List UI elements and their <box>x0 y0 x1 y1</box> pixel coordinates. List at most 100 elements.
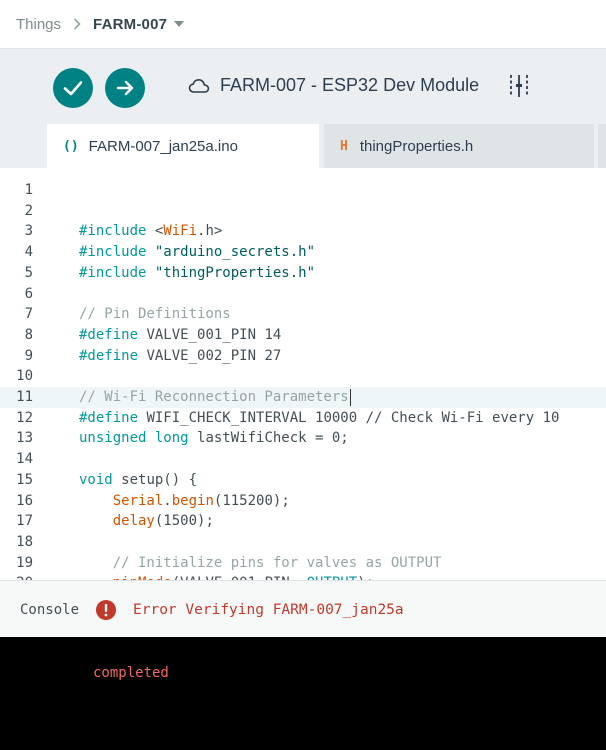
tab-main-sketch[interactable]: () FARM-007_jan25a.ino <box>47 124 319 168</box>
line-number: 16 <box>16 492 33 509</box>
code-line[interactable]: 15 void setup() { <box>0 470 606 491</box>
line-number: 18 <box>16 533 33 550</box>
board-selector[interactable]: FARM-007 - ESP32 Dev Module <box>188 75 479 96</box>
code-text: #include <WiFi.h> <box>79 221 222 242</box>
line-number: 19 <box>16 554 33 571</box>
header-file-icon: H <box>340 138 348 154</box>
code-token: (1500); <box>154 513 214 530</box>
code-token: .h> <box>197 223 223 240</box>
code-line[interactable]: 20 pinMode(VALVE_001_PIN, OUTPUT); <box>0 573 606 580</box>
code-token: // Wi-Fi Reconnection Parameters <box>79 389 349 405</box>
line-number: 3 <box>24 223 33 240</box>
code-line[interactable]: 12 #define WIFI_CHECK_INTERVAL 10000 // C… <box>0 408 606 429</box>
code-line[interactable]: 16 Serial.begin(115200); <box>0 491 606 512</box>
code-line[interactable]: 4 #include "arduino_secrets.h" <box>0 242 606 263</box>
code-line[interactable]: 10 <box>0 366 606 387</box>
line-number: 4 <box>24 244 33 261</box>
code-text: // Pin Definitions <box>79 304 231 325</box>
code-token: setup() { <box>121 471 198 488</box>
code-text: void setup() { <box>79 470 197 491</box>
code-token: void <box>79 471 122 488</box>
code-token: WiFi <box>163 223 198 240</box>
code-line[interactable]: 6 <box>0 284 606 305</box>
line-number: 5 <box>24 264 33 281</box>
code-token: #include <box>79 264 155 281</box>
sketch-toolbar: FARM-007 - ESP32 Dev Module <box>0 49 606 124</box>
code-line[interactable]: 13 unsigned long lastWifiCheck = 0; <box>0 428 606 449</box>
verify-button[interactable] <box>53 68 93 108</box>
console-label[interactable]: Console <box>20 602 79 618</box>
code-token: begin <box>171 492 214 509</box>
sketch-file-icon: () <box>63 138 79 154</box>
code-line[interactable]: 2 <box>0 201 606 222</box>
line-number: 7 <box>24 306 33 323</box>
line-number: 9 <box>24 347 33 364</box>
console-output[interactable]: completed <box>0 637 606 750</box>
code-text: pinMode(VALVE_001_PIN, OUTPUT); <box>79 573 374 580</box>
code-text: #define VALVE_001_PIN 14 <box>79 325 281 346</box>
file-tabs: () FARM-007_jan25a.ino H thingProperties… <box>0 124 606 168</box>
line-number: 14 <box>16 451 33 468</box>
tab-thing-properties[interactable]: H thingProperties.h <box>324 124 594 168</box>
line-number: 2 <box>24 202 33 219</box>
line-number: 12 <box>16 409 33 426</box>
code-line[interactable]: 17 delay(1500); <box>0 511 606 532</box>
code-line[interactable]: 9 #define VALVE_002_PIN 27 <box>0 346 606 367</box>
text-cursor <box>349 388 351 406</box>
code-token: delay <box>112 513 155 530</box>
upload-button[interactable] <box>105 68 145 108</box>
code-text: // Initialize pins for valves as OUTPUT <box>79 553 442 574</box>
serial-monitor-button[interactable] <box>508 73 530 99</box>
code-token: WIFI_CHECK_INTERVAL 10000 // Check Wi-Fi… <box>146 409 560 426</box>
breadcrumb-current-thing[interactable]: FARM-007 <box>93 16 167 33</box>
code-text: #include "thingProperties.h" <box>79 263 315 284</box>
line-number: 17 <box>16 513 33 530</box>
code-token: unsigned long <box>79 430 198 447</box>
code-line[interactable]: 8 #define VALVE_001_PIN 14 <box>0 325 606 346</box>
line-number: 15 <box>16 471 33 488</box>
caret-down-icon[interactable] <box>174 21 185 27</box>
code-text: #define VALVE_002_PIN 27 <box>79 346 281 367</box>
line-number: 20 <box>0 573 33 580</box>
arrow-right-icon <box>116 80 134 96</box>
code-token: VALVE_002_PIN 27 <box>146 347 282 364</box>
code-token: VALVE_001_PIN 14 <box>146 326 282 343</box>
code-token: "thingProperties.h" <box>154 264 316 281</box>
error-icon <box>95 599 117 621</box>
board-name: FARM-007 - ESP32 Dev Module <box>220 75 480 95</box>
code-line[interactable]: 18 <box>0 532 606 553</box>
console-status: Error Verifying FARM-007_jan25a <box>133 601 404 618</box>
code-editor[interactable]: 1 2 3 #include <WiFi.h> 4 #include "arduino_s… <box>0 168 606 580</box>
code-token: #define <box>79 409 147 426</box>
code-line[interactable]: 5 #include "thingProperties.h" <box>0 263 606 284</box>
code-line[interactable]: 11 // Wi-Fi Reconnection Parameters <box>0 387 606 408</box>
code-token: #define <box>79 347 147 364</box>
line-number: 8 <box>24 326 33 343</box>
code-text: delay(1500); <box>79 511 214 532</box>
line-number: 10 <box>16 368 33 385</box>
code-line[interactable]: 14 <box>0 449 606 470</box>
chevron-right-icon <box>73 18 81 30</box>
console-header: Console Error Verifying FARM-007_jan25a <box>0 580 606 638</box>
line-number: 11 <box>16 389 33 405</box>
code-token: #include <box>79 244 155 261</box>
line-number: 13 <box>16 430 33 447</box>
console-output-line: completed <box>93 665 169 681</box>
code-token: (115200); <box>213 492 290 509</box>
code-token: "arduino_secrets.h" <box>154 244 316 261</box>
code-token: // Initialize pins for valves as OUTPUT <box>112 554 442 571</box>
code-line[interactable]: 1 <box>0 180 606 201</box>
breadcrumb-things-link[interactable]: Things <box>16 16 61 33</box>
code-text: // Wi-Fi Reconnection Parameters <box>79 387 351 408</box>
code-text: #define WIFI_CHECK_INTERVAL 10000 // Che… <box>79 408 559 429</box>
code-line[interactable]: 19 // Initialize pins for valves as OUTP… <box>0 553 606 574</box>
sliders-icon <box>510 75 528 97</box>
code-line[interactable]: 3 #include <WiFi.h> <box>0 221 606 242</box>
code-line[interactable]: 7 // Pin Definitions <box>0 304 606 325</box>
code-text: unsigned long lastWifiCheck = 0; <box>79 428 349 449</box>
cloud-icon <box>188 78 210 93</box>
tab-label: thingProperties.h <box>359 137 474 155</box>
tab-overflow[interactable] <box>598 124 606 168</box>
